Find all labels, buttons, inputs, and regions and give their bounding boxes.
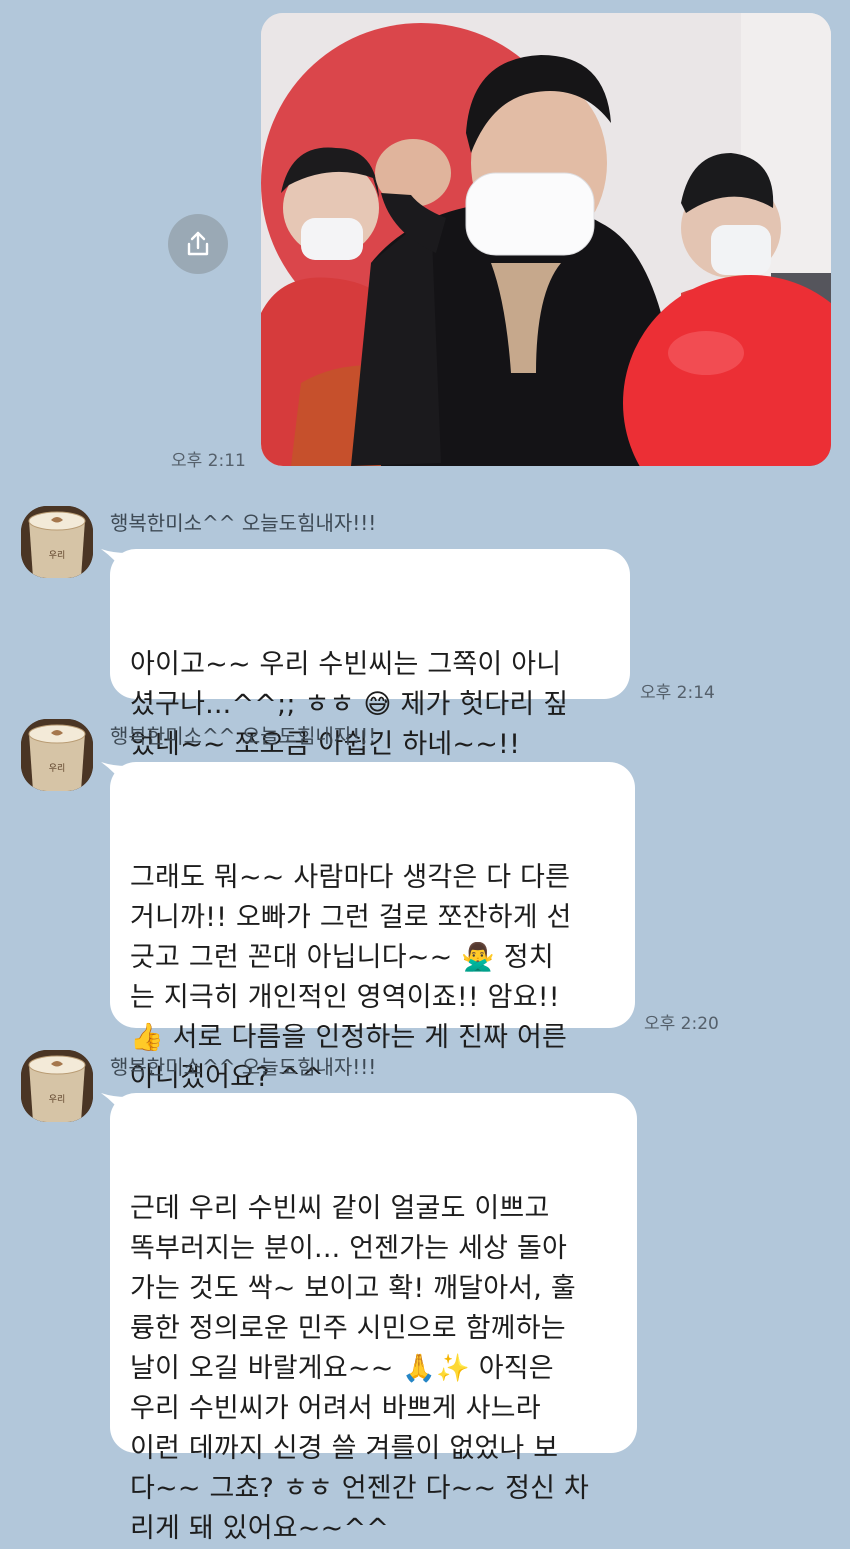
photo-image	[261, 13, 831, 466]
latte-art-cup-avatar: 우리	[21, 719, 93, 791]
svg-text:우리: 우리	[49, 1094, 66, 1105]
sender-name: 행복한미소^^ 오늘도힘내자!!!	[110, 511, 377, 535]
sender-name: 행복한미소^^ 오늘도힘내자!!!	[110, 724, 377, 748]
message-bubble[interactable]: 아이고~~ 우리 수빈씨는 그쪽이 아니 셨구나...^^;; ㅎㅎ 😅 제가 …	[101, 549, 630, 760]
sender-name: 행복한미소^^ 오늘도힘내자!!!	[110, 1055, 377, 1079]
latte-art-cup-avatar: 우리	[21, 1050, 93, 1122]
sent-photo[interactable]	[261, 13, 831, 466]
bubble-tail	[101, 549, 127, 575]
avatar[interactable]: 우리	[21, 1050, 93, 1122]
message-time: 오후 2:20	[644, 1014, 719, 1034]
avatar[interactable]: 우리	[21, 506, 93, 578]
message-bubble[interactable]: 근데 우리 수빈씨 같이 얼굴도 이쁘고 똑부러지는 분이... 언젠가는 세상…	[101, 1093, 637, 1544]
share-upload-icon	[187, 231, 209, 256]
svg-text:우리: 우리	[49, 550, 66, 561]
share-button[interactable]	[168, 214, 228, 274]
message-text: 근데 우리 수빈씨 같이 얼굴도 이쁘고 똑부러지는 분이... 언젠가는 세상…	[130, 1193, 589, 1544]
bubble-tail	[101, 1093, 127, 1119]
message-bubble[interactable]: 그래도 뭐~~ 사람마다 생각은 다 다른 거니까!! 오빠가 그런 걸로 쪼잔…	[101, 762, 635, 1093]
svg-text:우리: 우리	[49, 763, 66, 774]
message-time: 오후 2:14	[640, 683, 715, 703]
bubble-tail	[101, 762, 127, 788]
latte-art-cup-avatar: 우리	[21, 506, 93, 578]
avatar[interactable]: 우리	[21, 719, 93, 791]
sent-photo-time: 오후 2:11	[171, 451, 246, 471]
